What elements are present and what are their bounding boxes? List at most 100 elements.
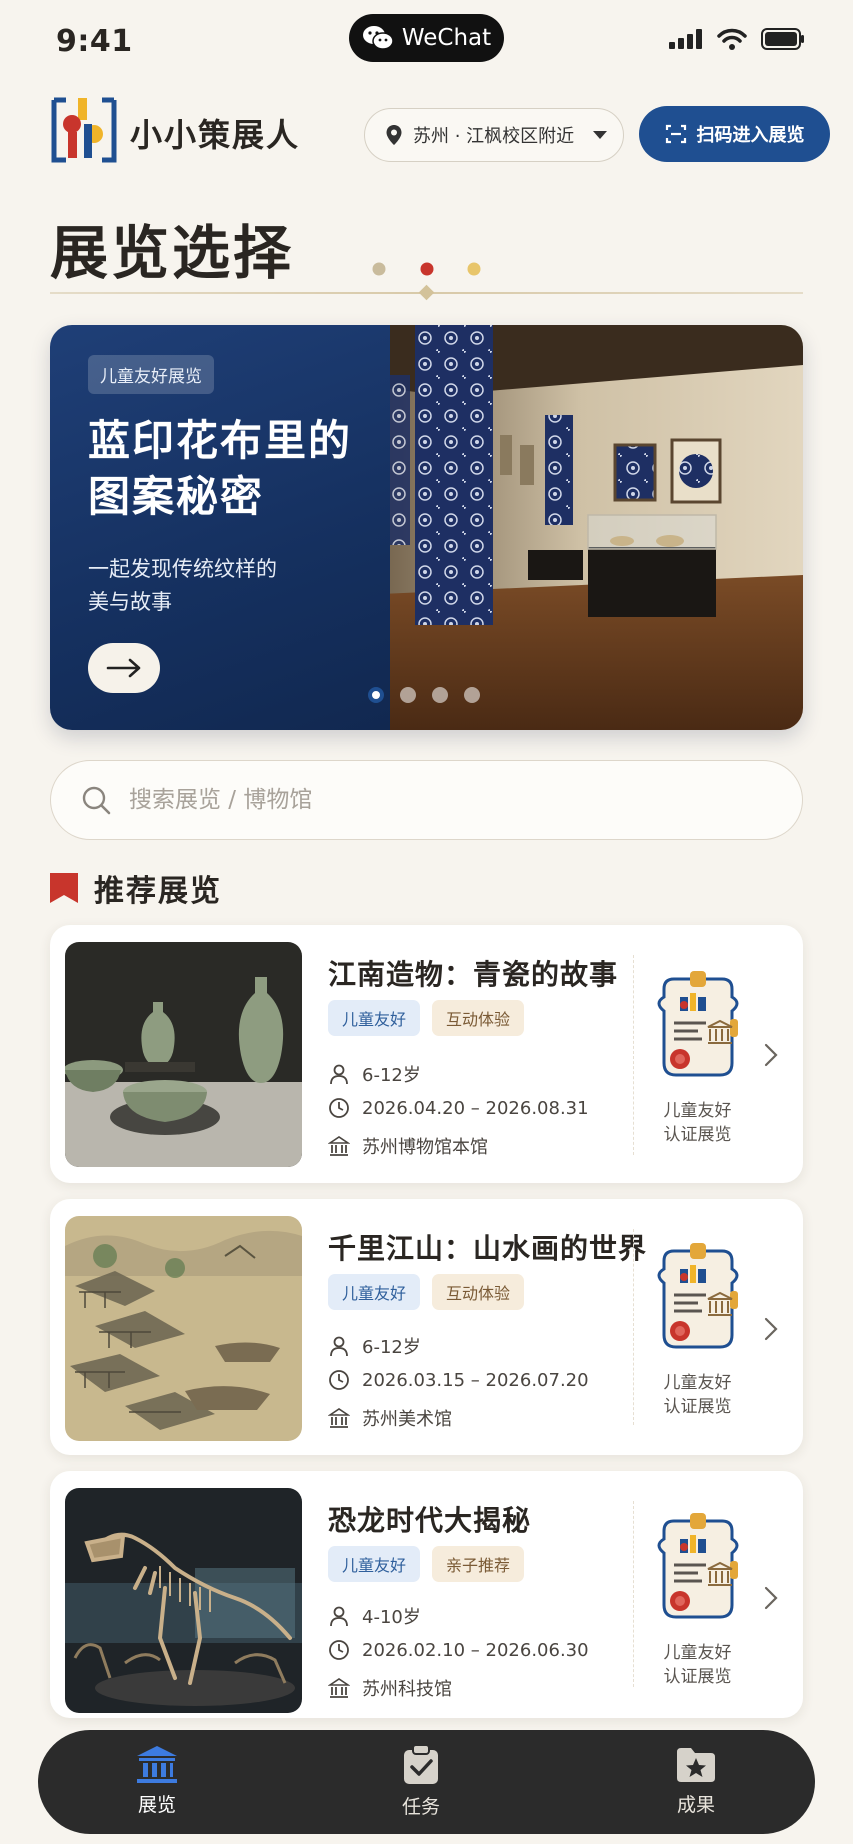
section-title: 推荐展览 — [94, 874, 222, 909]
museum-building-icon — [328, 1136, 350, 1156]
recommended-header: 推荐展览 — [50, 866, 222, 910]
pagination-dot-3[interactable] — [432, 687, 448, 703]
badge-label-line1: 儿童友好 — [663, 1373, 732, 1393]
tab-exhibitions[interactable]: 展览 — [97, 1744, 217, 1824]
card-dates-text: 2026.02.10 – 2026.06.30 — [362, 1639, 589, 1661]
scan-button-label: 扫码进入展览 — [696, 125, 805, 146]
signal-icon — [669, 29, 702, 49]
tab-label: 展览 — [137, 1794, 176, 1816]
clock-icon — [329, 1370, 349, 1390]
tag-secondary: 互动体验 — [432, 1000, 525, 1036]
tab-label: 成果 — [676, 1794, 715, 1816]
badge-label: 儿童友好 认证展览 — [635, 1641, 760, 1689]
person-icon — [330, 1064, 348, 1085]
battery-icon — [761, 28, 804, 50]
status-time: 9:41 — [56, 24, 133, 59]
card-age-text: 6-12岁 — [362, 1337, 421, 1358]
banner-tag: 儿童友好展览 — [88, 355, 214, 394]
tab-tasks[interactable]: 任务 — [361, 1744, 481, 1824]
tab-label: 任务 — [401, 1796, 440, 1818]
exhibition-card[interactable]: 千里江山：山水画的世界 儿童友好 互动体验 6-12岁 2026.03.15 –… — [50, 1199, 803, 1455]
card-age: 4-10岁 — [328, 1603, 421, 1629]
dinosaur-exhibit-image — [65, 1488, 302, 1713]
card-dates: 2026.03.15 – 2026.07.20 — [328, 1369, 589, 1391]
tag-child-friendly: 儿童友好 — [328, 1000, 421, 1036]
badge-label-line1: 儿童友好 — [663, 1101, 732, 1121]
museum-building-icon — [328, 1678, 350, 1698]
search-input[interactable] — [129, 787, 689, 813]
banner-arrow-button[interactable] — [88, 643, 160, 693]
card-age: 6-12岁 — [328, 1333, 421, 1359]
clock-icon — [329, 1640, 349, 1660]
card-divider — [633, 955, 634, 1155]
chevron-right-icon[interactable] — [764, 1317, 778, 1341]
chevron-right-icon[interactable] — [764, 1043, 778, 1067]
clipboard-check-icon — [404, 1744, 438, 1784]
exhibition-card[interactable]: 江南造物：青瓷的故事 儿童友好 互动体验 6-12岁 2026.04.20 – … — [50, 925, 803, 1183]
decorative-dots — [372, 262, 481, 276]
card-tags: 儿童友好 互动体验 — [328, 1000, 525, 1036]
tag-secondary: 互动体验 — [432, 1274, 525, 1310]
banner-gallery-image — [360, 325, 803, 730]
location-selector[interactable]: 苏州 · 江枫校区附近 — [364, 108, 624, 162]
tag-child-friendly: 儿童友好 — [328, 1274, 421, 1310]
exhibition-card[interactable]: 恐龙时代大揭秘 儿童友好 亲子推荐 4-10岁 2026.02.10 – 202… — [50, 1471, 803, 1718]
museum-icon — [137, 1746, 177, 1783]
banner-subtitle-line2: 美与故事 — [88, 590, 172, 614]
card-dates: 2026.02.10 – 2026.06.30 — [328, 1639, 589, 1661]
card-age-text: 6-12岁 — [362, 1065, 421, 1086]
search-bar[interactable] — [50, 760, 803, 840]
card-age: 6-12岁 — [328, 1061, 421, 1087]
badge-label-line2: 认证展览 — [663, 1397, 732, 1417]
status-bar: 9:41 WeChat — [0, 0, 853, 78]
chevron-right-icon[interactable] — [764, 1586, 778, 1610]
divider-diamond — [418, 284, 435, 301]
featured-banner[interactable]: 儿童友好展览 蓝印花布里的 图案秘密 一起发现传统纹样的 美与故事 — [50, 325, 803, 730]
card-venue-text: 苏州博物馆本馆 — [362, 1137, 488, 1158]
wechat-icon — [362, 26, 394, 50]
museum-building-icon — [328, 1408, 350, 1428]
card-dates: 2026.04.20 – 2026.08.31 — [328, 1097, 589, 1119]
tab-achievements[interactable]: 成果 — [636, 1744, 756, 1824]
scan-icon — [665, 124, 686, 144]
card-venue: 苏州科技馆 — [328, 1675, 452, 1701]
card-divider — [633, 1501, 634, 1687]
bottom-tab-bar: 展览 任务 成果 — [38, 1730, 815, 1834]
clock-icon — [329, 1098, 349, 1118]
system-icons — [669, 28, 805, 50]
badge-label: 儿童友好 认证展览 — [635, 1371, 760, 1419]
banner-pagination — [368, 687, 480, 703]
card-venue-text: 苏州科技馆 — [362, 1679, 452, 1700]
wechat-pill: WeChat — [349, 14, 504, 62]
scan-enter-button[interactable]: 扫码进入展览 — [639, 106, 830, 162]
person-icon — [330, 1606, 348, 1627]
location-pin-icon — [386, 125, 402, 145]
card-venue: 苏州美术馆 — [328, 1405, 452, 1431]
card-tags: 儿童友好 互动体验 — [328, 1274, 525, 1310]
star-folder-icon — [677, 1748, 715, 1782]
pagination-dot-2[interactable] — [400, 687, 416, 703]
card-venue: 苏州博物馆本馆 — [328, 1133, 488, 1159]
celadon-exhibit-image — [65, 942, 302, 1167]
page-title: 展览选择 — [50, 219, 295, 287]
banner-text-panel: 儿童友好展览 蓝印花布里的 图案秘密 一起发现传统纹样的 美与故事 — [50, 325, 390, 730]
card-dates-text: 2026.04.20 – 2026.08.31 — [362, 1097, 589, 1119]
tag-secondary: 亲子推荐 — [432, 1546, 525, 1582]
card-dates-text: 2026.03.15 – 2026.07.20 — [362, 1369, 589, 1391]
pagination-dot-4[interactable] — [464, 687, 480, 703]
badge-label: 儿童友好 认证展览 — [635, 1099, 760, 1147]
card-divider — [633, 1229, 634, 1425]
card-title: 千里江山：山水画的世界 — [328, 1232, 648, 1265]
banner-title-line2: 图案秘密 — [88, 472, 265, 521]
badge-label-line2: 认证展览 — [663, 1125, 732, 1145]
certified-badge-icon — [657, 1513, 739, 1619]
banner-title: 蓝印花布里的 图案秘密 — [88, 413, 368, 525]
certified-badge-icon — [657, 971, 739, 1077]
app-header: 小小策展人 苏州 · 江枫校区附近 扫码进入展览 — [50, 92, 830, 172]
badge-label-line2: 认证展览 — [663, 1667, 732, 1687]
app-logo-icon — [51, 97, 117, 163]
pagination-dot-1[interactable] — [368, 687, 384, 703]
person-icon — [330, 1336, 348, 1357]
landscape-painting-image — [65, 1216, 302, 1441]
card-title: 恐龙时代大揭秘 — [328, 1504, 532, 1537]
